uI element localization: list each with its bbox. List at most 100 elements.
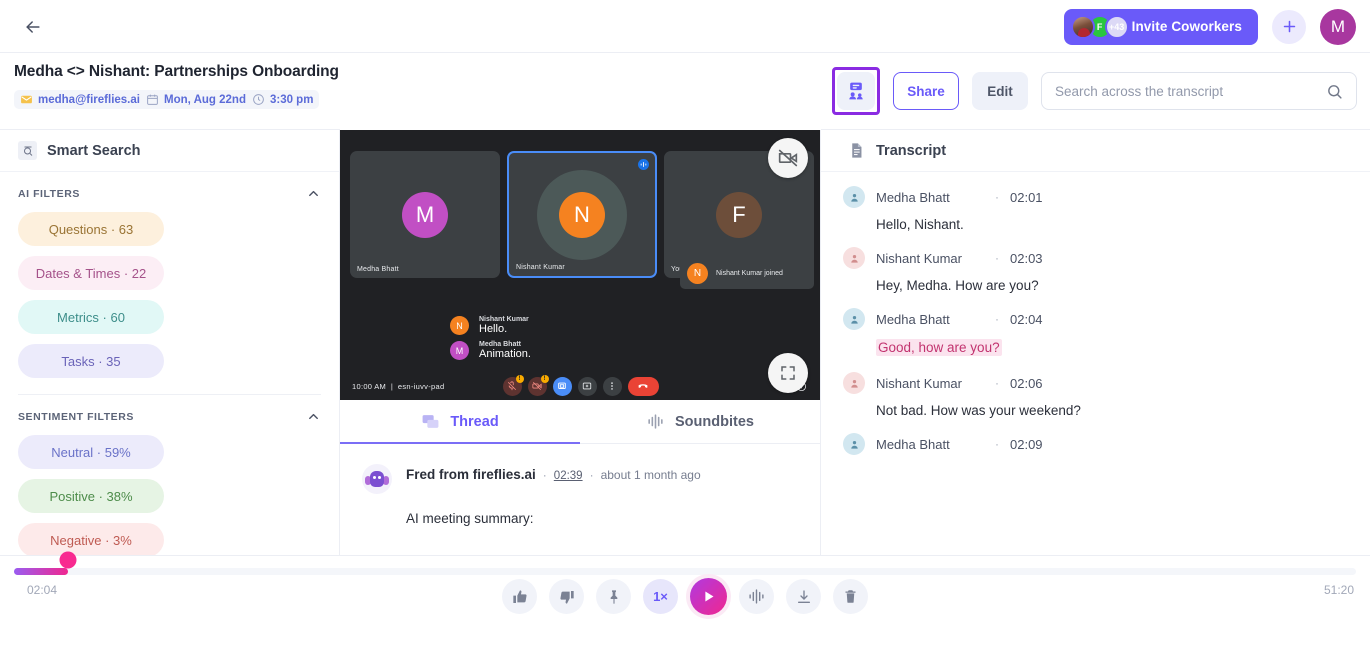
meeting-owner[interactable]: medha@fireflies.ai: [20, 93, 140, 106]
meeting-meta: medha@fireflies.ai Mon, Aug 22nd 3:30 pm: [14, 90, 320, 109]
filter-chip-neutral[interactable]: Neutral · 59%: [18, 435, 164, 469]
user-avatar[interactable]: M: [1320, 8, 1356, 45]
thread-post-author: Fred from fireflies.ai: [406, 467, 536, 482]
smart-search-sidebar: Smart Search AI FILTERS Questions · 63 D…: [0, 130, 340, 555]
video-player[interactable]: M Medha Bhatt N Nishant Kumar F You N Ni…: [340, 130, 820, 400]
meeting-time-item: 3:30 pm: [252, 93, 313, 106]
participant-avatar-you: F: [716, 191, 762, 238]
expand-icon: [781, 366, 795, 380]
meeting-notes-icon: [849, 82, 863, 100]
share-button[interactable]: Share: [893, 72, 959, 110]
thread-separator: ·: [589, 468, 594, 482]
thread-post-relative-time: about 1 month ago: [600, 468, 701, 482]
captions-toggle-button[interactable]: [577, 376, 597, 396]
sentiment-filters-section: SENTIMENT FILTERS Neutral · 59% Positive…: [0, 395, 339, 555]
speaker-avatar: [843, 186, 865, 208]
filter-chip-metrics[interactable]: Metrics · 60: [18, 300, 164, 334]
transcript-entry[interactable]: Medha Bhatt · 02:09: [843, 433, 1343, 455]
total-time: 51:20: [1323, 583, 1354, 597]
transcript-separator: ·: [995, 251, 999, 265]
meeting-notes-button[interactable]: [837, 72, 875, 110]
transcript-header: Transcript: [821, 130, 1370, 172]
expand-video-button[interactable]: [768, 353, 808, 393]
transcript-title: Transcript: [876, 142, 947, 159]
document-icon: [852, 143, 862, 158]
warning-badge-icon: !: [515, 374, 524, 383]
thread-post-header: Fred from fireflies.ai · 02:39 · about 1…: [362, 464, 798, 494]
thumbs-down-button[interactable]: [549, 579, 584, 614]
back-button[interactable]: [20, 14, 46, 40]
filter-chip-questions[interactable]: Questions · 63: [18, 212, 164, 246]
camera-off-overlay-button[interactable]: [768, 138, 808, 178]
person-icon: [850, 254, 858, 263]
transcript-entry[interactable]: Nishant Kumar · 02:03 Hey, Medha. How ar…: [843, 247, 1343, 293]
caption-line: N Nishant Kumar Hello.: [450, 316, 531, 336]
ai-filters-header: AI FILTERS: [18, 186, 321, 201]
tab-soundbites[interactable]: Soundbites: [580, 400, 820, 443]
hang-up-button[interactable]: [627, 376, 659, 396]
speed-button[interactable]: 1×: [643, 579, 678, 614]
transcript-entry[interactable]: Nishant Kumar · 02:06 Not bad. How was y…: [843, 372, 1343, 418]
participant-avatar-medha: M: [402, 191, 448, 238]
present-button[interactable]: [552, 376, 572, 396]
transcript-timestamp[interactable]: 02:04: [1010, 312, 1043, 327]
transcript-timestamp[interactable]: 02:01: [1010, 190, 1043, 205]
delete-button[interactable]: [833, 579, 868, 614]
filter-chip-positive[interactable]: Positive · 38%: [18, 479, 164, 513]
transcript-timestamp[interactable]: 02:06: [1010, 376, 1043, 391]
chevron-up-icon-sentiment-filters[interactable]: [306, 409, 321, 424]
tab-thread[interactable]: Thread: [340, 400, 580, 444]
edit-button[interactable]: Edit: [972, 72, 1028, 110]
speaker-avatar: [843, 372, 865, 394]
soundbite-button[interactable]: [739, 579, 774, 614]
transcript-text: Hello, Nishant.: [876, 217, 964, 232]
meeting-time: 3:30 pm: [269, 93, 314, 106]
more-options-button[interactable]: [602, 376, 622, 396]
avatar-stack: F +43: [1070, 14, 1129, 39]
participant-tile-medha[interactable]: M Medha Bhatt: [350, 151, 500, 278]
transcript-entry-header: Medha Bhatt · 02:01: [843, 186, 1343, 208]
mic-muted-button[interactable]: !: [502, 374, 524, 396]
transcript-separator: ·: [995, 190, 999, 204]
soundwave-icon: [648, 414, 663, 429]
play-button[interactable]: [690, 578, 727, 615]
filter-chip-dates-times[interactable]: Dates & Times · 22: [18, 256, 164, 290]
transcript-panel: Transcript Medha Bhatt · 02:01 Hello, Ni…: [821, 130, 1370, 555]
transcript-speaker: Nishant Kumar: [876, 375, 962, 391]
progress-track[interactable]: [14, 568, 1356, 575]
add-button[interactable]: [1272, 9, 1306, 44]
transcript-search[interactable]: [1041, 72, 1357, 110]
sentiment-filter-chips: Neutral · 59% Positive · 38% Negative · …: [18, 435, 321, 555]
invite-coworkers-button[interactable]: F +43 Invite Coworkers: [1063, 8, 1258, 45]
progress-knob[interactable]: [59, 551, 77, 568]
thumbs-up-button[interactable]: [502, 579, 537, 614]
transcript-timestamp[interactable]: 02:03: [1010, 251, 1043, 266]
caption-text: Animation.: [479, 348, 531, 361]
chevron-up-icon-ai-filters[interactable]: [306, 186, 321, 201]
page-title: Medha <> Nishant: Partnerships Onboardin…: [14, 63, 339, 80]
speaking-indicator-icon: [638, 159, 649, 170]
thread-body: Fred from fireflies.ai · 02:39 · about 1…: [340, 444, 820, 526]
top-bar-actions: F +43 Invite Coworkers M: [1063, 0, 1356, 53]
camera-off-button[interactable]: !: [527, 374, 549, 396]
search-icon[interactable]: [1326, 83, 1343, 100]
transcript-timestamp[interactable]: 02:09: [1010, 437, 1043, 452]
transcript-entry[interactable]: Medha Bhatt · 02:01 Hello, Nishant.: [843, 186, 1343, 232]
search-input[interactable]: [1055, 83, 1326, 99]
mic-off-icon: [507, 381, 517, 391]
audio-player-bar: 02:04 51:20 1×: [0, 551, 1370, 657]
thread-post-timestamp[interactable]: 02:39: [554, 470, 583, 482]
smart-search-icon: [23, 146, 32, 156]
participant-tile-nishant[interactable]: N Nishant Kumar: [507, 151, 657, 278]
player-controls: 1×: [502, 578, 868, 615]
center-panel: M Medha Bhatt N Nishant Kumar F You N Ni…: [340, 130, 821, 555]
fred-bot-avatar: [362, 464, 392, 494]
caption-avatar: M: [450, 341, 469, 361]
transcript-text-wrap: Good, how are you?: [876, 339, 1343, 357]
filter-chip-tasks[interactable]: Tasks · 35: [18, 344, 164, 378]
download-button[interactable]: [786, 579, 821, 614]
pin-button[interactable]: [596, 579, 631, 614]
filter-chip-negative[interactable]: Negative · 3%: [18, 523, 164, 555]
transcript-entry[interactable]: Medha Bhatt · 02:04 Good, how are you?: [843, 308, 1343, 357]
thread-post-meta-wrap: Fred from fireflies.ai · 02:39 · about 1…: [406, 464, 701, 482]
